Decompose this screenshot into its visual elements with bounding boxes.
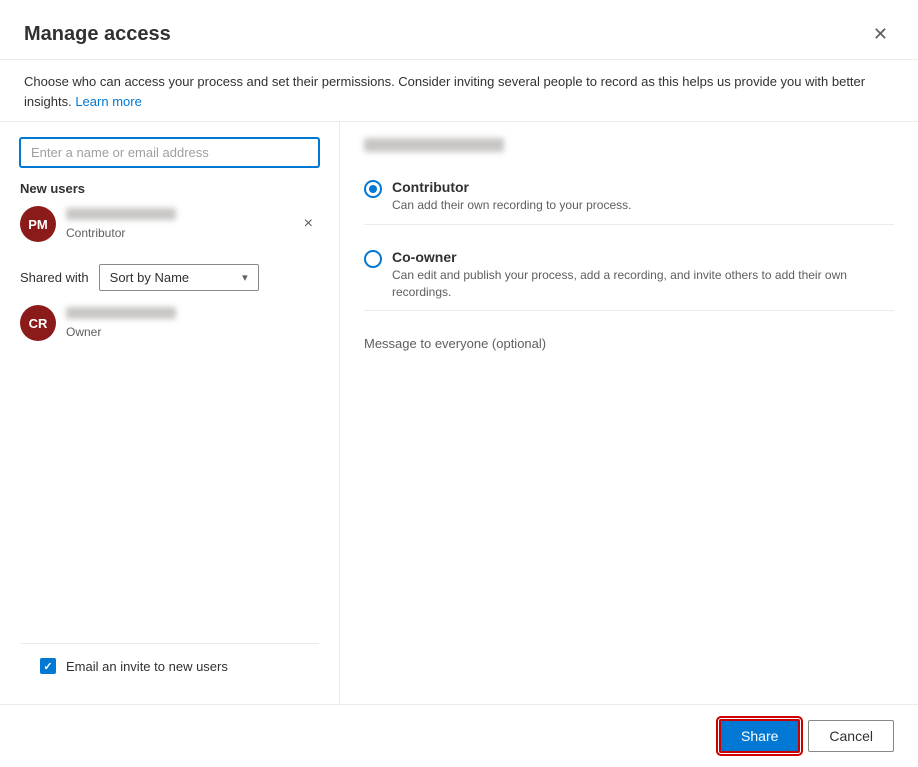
close-icon: ✕ [873, 24, 888, 45]
shared-with-row: Shared with Sort by Name ▾ [20, 264, 319, 291]
new-user-info: Contributor [66, 208, 288, 240]
right-panel: Contributor Can add their own recording … [340, 122, 918, 704]
subtitle-text: Choose who can access your process and s… [24, 74, 865, 109]
contributor-radio[interactable] [364, 180, 382, 198]
radio-dot [369, 185, 377, 193]
new-users-label: New users [20, 181, 319, 196]
coowner-option[interactable]: Co-owner Can edit and publish your proce… [364, 239, 894, 312]
dialog-title: Manage access [24, 23, 171, 46]
contributor-text: Contributor Can add their own recording … [392, 179, 631, 214]
dialog-header: Manage access ✕ [0, 0, 918, 60]
remove-user-button[interactable]: × [298, 213, 319, 235]
left-flex: New users PM Contributor × Shared with [20, 138, 319, 629]
contributor-title: Contributor [392, 179, 631, 195]
manage-access-dialog: Manage access ✕ Choose who can access yo… [0, 0, 918, 767]
new-user-item: PM Contributor × [20, 202, 319, 246]
sort-dropdown[interactable]: Sort by Name ▾ [99, 264, 259, 291]
new-users-section: New users PM Contributor × [20, 181, 319, 246]
coowner-title: Co-owner [392, 249, 894, 265]
contributor-option[interactable]: Contributor Can add their own recording … [364, 169, 894, 225]
message-section: Message to everyone (optional) [364, 325, 894, 361]
avatar-pm: PM [20, 206, 56, 242]
selected-user-row [364, 138, 894, 155]
dialog-body: New users PM Contributor × Shared with [0, 122, 918, 704]
email-invite-checkbox[interactable]: ✓ [40, 658, 56, 674]
message-label: Message to everyone (optional) [364, 336, 546, 351]
dialog-footer: Share Cancel [0, 704, 918, 767]
learn-more-link[interactable]: Learn more [75, 94, 141, 109]
left-panel: New users PM Contributor × Shared with [0, 122, 340, 704]
checkmark-icon: ✓ [43, 660, 52, 673]
email-invite-label: Email an invite to new users [66, 659, 228, 674]
dialog-subtitle: Choose who can access your process and s… [0, 60, 918, 122]
shared-with-label: Shared with [20, 270, 89, 285]
email-invite-section: ✓ Email an invite to new users [20, 643, 319, 688]
new-user-role: Contributor [66, 226, 288, 240]
coowner-text: Co-owner Can edit and publish your proce… [392, 249, 894, 301]
contributor-description: Can add their own recording to your proc… [392, 197, 631, 214]
new-user-name-blur [66, 208, 176, 220]
sort-dropdown-text: Sort by Name [110, 270, 234, 285]
avatar-cr: CR [20, 305, 56, 341]
existing-user-role: Owner [66, 325, 319, 339]
share-button[interactable]: Share [719, 719, 800, 753]
existing-user-item: CR Owner [20, 301, 319, 345]
existing-user-name-blur [66, 307, 176, 319]
cancel-button[interactable]: Cancel [808, 720, 894, 752]
existing-user-info: Owner [66, 307, 319, 339]
coowner-radio[interactable] [364, 250, 382, 268]
close-button[interactable]: ✕ [867, 20, 894, 49]
shared-with-section: Shared with Sort by Name ▾ CR Owner [20, 260, 319, 345]
selected-user-name-blur [364, 138, 504, 152]
chevron-down-icon: ▾ [242, 271, 248, 284]
coowner-description: Can edit and publish your process, add a… [392, 267, 894, 301]
search-input[interactable] [20, 138, 319, 167]
